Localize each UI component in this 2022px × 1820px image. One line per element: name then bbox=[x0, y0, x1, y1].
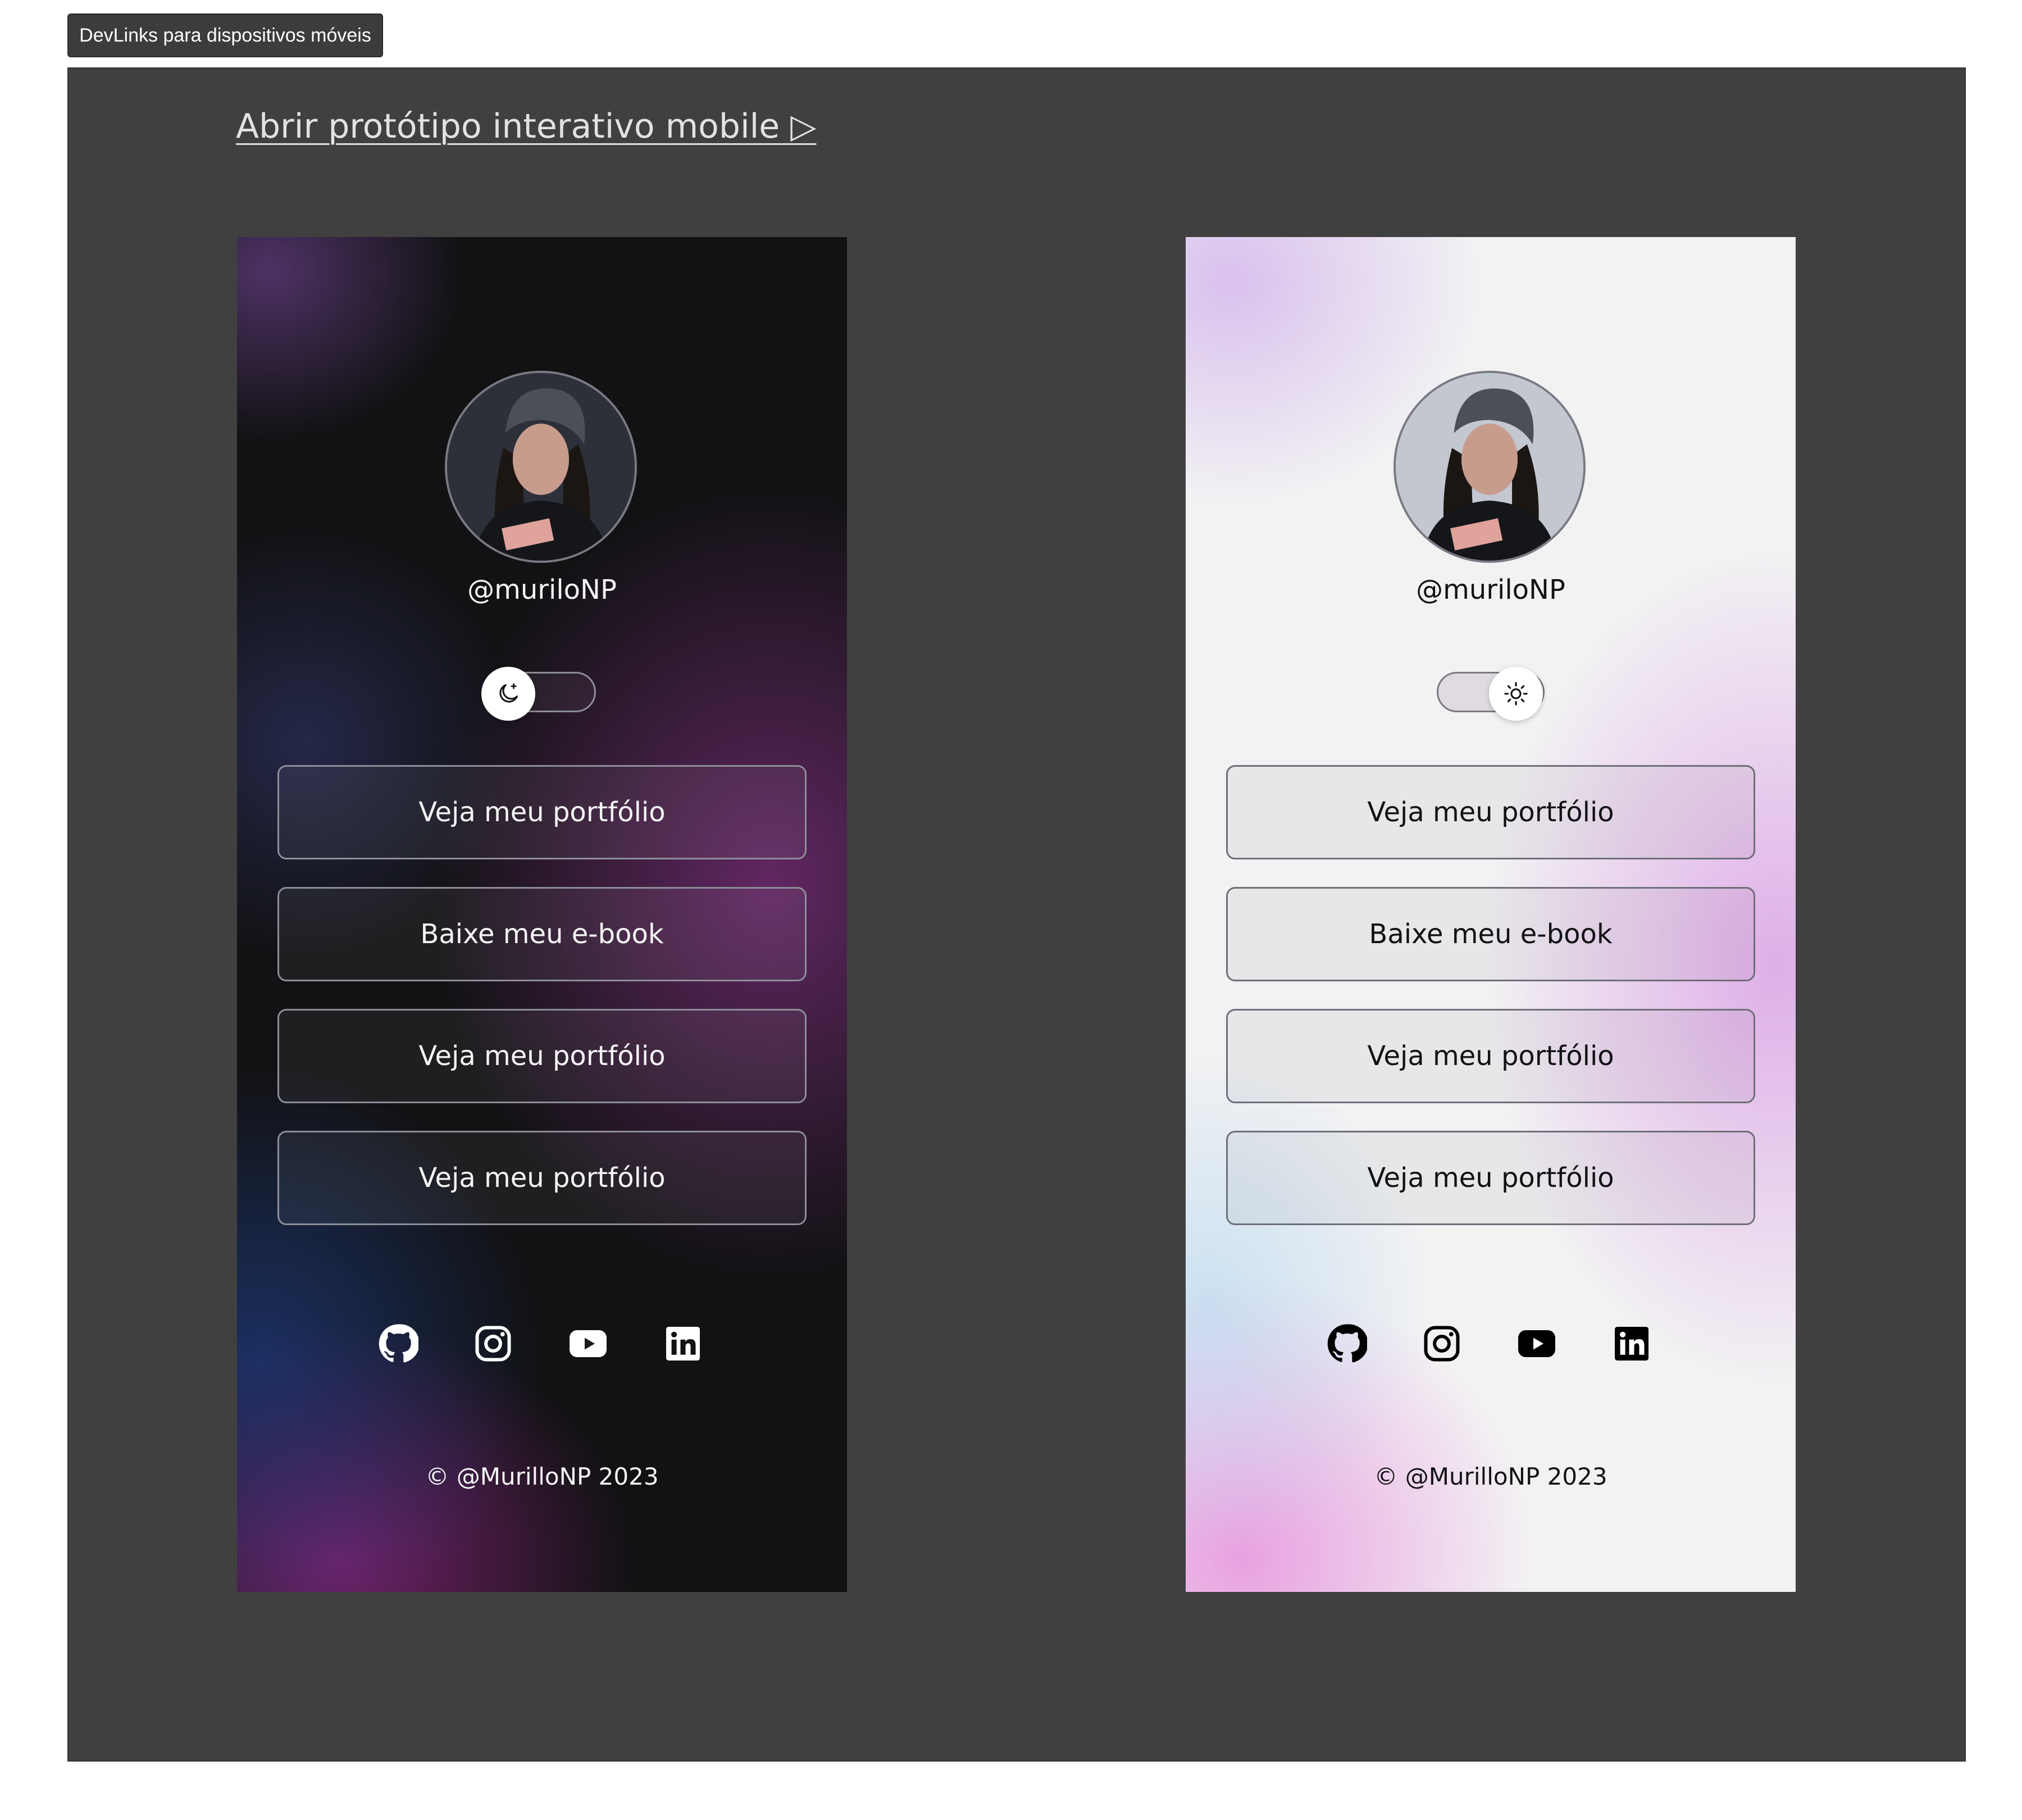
portfolio-button[interactable]: Veja meu portfólio bbox=[1226, 1009, 1755, 1103]
moon-icon bbox=[499, 683, 518, 703]
portfolio-button[interactable]: Veja meu portfólio bbox=[277, 765, 807, 859]
ebook-button[interactable]: Baixe meu e-book bbox=[277, 887, 807, 981]
linkedin-icon[interactable] bbox=[661, 1321, 705, 1366]
footer-copyright: © @MurilloNP 2023 bbox=[1374, 1463, 1607, 1490]
github-icon[interactable] bbox=[376, 1321, 421, 1366]
linkedin-icon[interactable] bbox=[1609, 1321, 1654, 1366]
sun-icon bbox=[1504, 682, 1528, 706]
github-icon[interactable] bbox=[1324, 1321, 1369, 1366]
instagram-icon[interactable] bbox=[1419, 1321, 1464, 1366]
profile-photo bbox=[1396, 373, 1583, 561]
profile-photo bbox=[447, 373, 635, 561]
avatar bbox=[1393, 371, 1586, 563]
footer-copyright: © @MurilloNP 2023 bbox=[425, 1463, 659, 1490]
portfolio-button[interactable]: Veja meu portfólio bbox=[277, 1131, 807, 1225]
avatar bbox=[445, 371, 637, 563]
toggle-knob[interactable] bbox=[481, 667, 535, 721]
username: @muriloNP bbox=[1416, 574, 1565, 606]
social-links bbox=[237, 1321, 847, 1366]
ebook-button[interactable]: Baixe meu e-book bbox=[1226, 887, 1755, 981]
youtube-icon[interactable] bbox=[566, 1321, 611, 1366]
prototype-link[interactable]: Abrir protótipo interativo mobile ▷ bbox=[236, 107, 816, 146]
mobile-dark-frame: @muriloNP Veja meu portfólio Baixe meu e… bbox=[237, 237, 847, 1592]
portfolio-button[interactable]: Veja meu portfólio bbox=[1226, 765, 1755, 859]
portfolio-button[interactable]: Veja meu portfólio bbox=[1226, 1131, 1755, 1225]
frame-label: DevLinks para dispositivos móveis bbox=[67, 13, 383, 57]
username: @muriloNP bbox=[467, 574, 617, 606]
instagram-icon[interactable] bbox=[471, 1321, 516, 1366]
portfolio-button[interactable]: Veja meu portfólio bbox=[277, 1009, 807, 1103]
youtube-icon[interactable] bbox=[1514, 1321, 1559, 1366]
social-links bbox=[1186, 1321, 1796, 1366]
mobile-light-frame: @muriloNP Veja meu portfólio Baixe meu e… bbox=[1186, 237, 1796, 1592]
toggle-knob[interactable] bbox=[1489, 667, 1543, 721]
theme-toggle[interactable] bbox=[481, 667, 596, 721]
theme-toggle[interactable] bbox=[1437, 667, 1545, 721]
